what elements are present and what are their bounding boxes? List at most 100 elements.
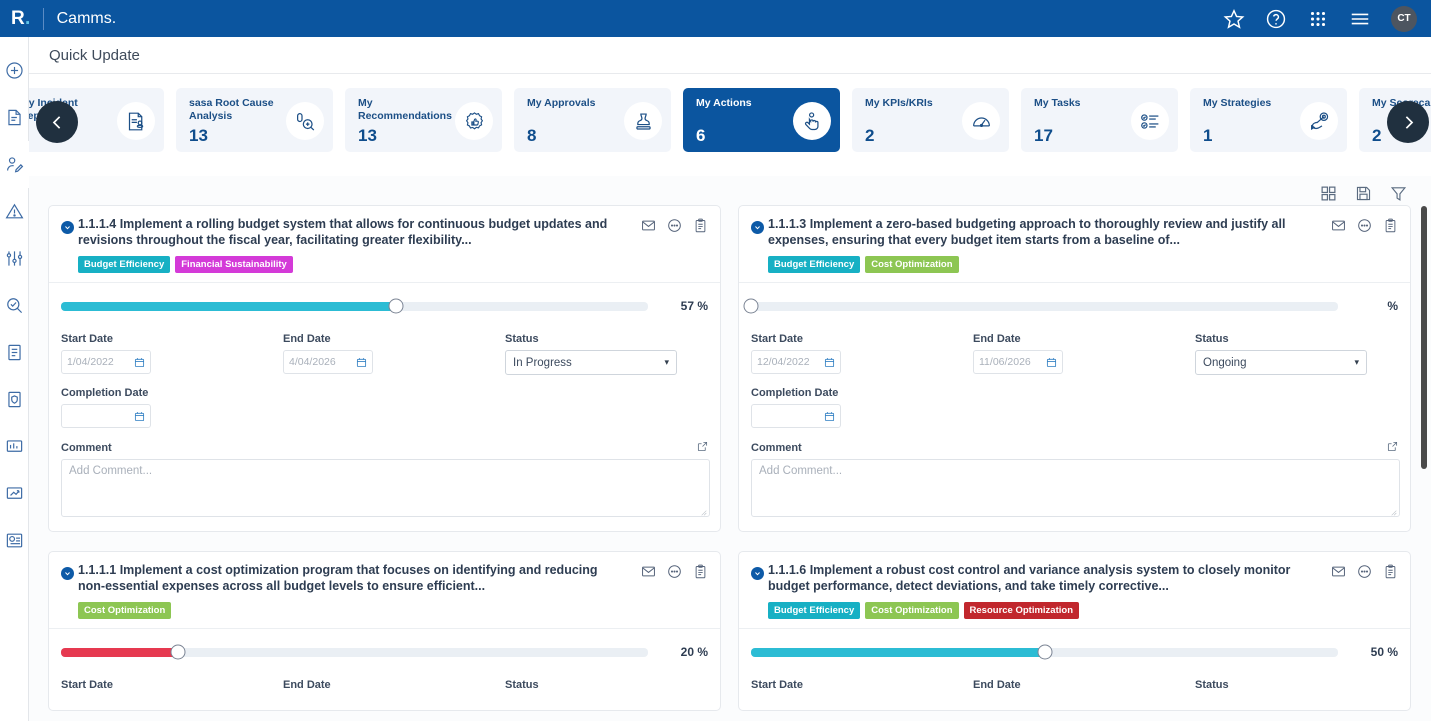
notes-clipboard-icon[interactable] [693,218,708,233]
progress-slider[interactable] [751,644,1338,660]
comment-input[interactable]: Add Comment... [61,459,710,517]
hamburger-menu-icon[interactable] [1349,8,1371,30]
calendar-icon[interactable] [824,411,835,422]
save-icon[interactable] [1355,185,1372,202]
status-field: Status [505,679,691,696]
card-title-row: 1.1.1.3 Implement a zero-based budgeting… [751,217,1398,248]
calendar-icon[interactable] [134,411,145,422]
kpi-card-my-strategies[interactable]: My Strategies 1 [1190,88,1347,152]
kpi-card-sasa-root-cause-analysis[interactable]: sasa Root Cause Analysis 13 [176,88,333,152]
content-scrollbar-thumb[interactable] [1421,206,1427,469]
tag-badge[interactable]: Cost Optimization [865,602,959,619]
start-date-input[interactable]: 1/04/2022 [61,350,151,374]
end-date-input[interactable]: 4/04/2026 [283,350,373,374]
avatar[interactable]: CT [1391,5,1417,32]
expand-collapse-chevron-icon[interactable] [61,567,74,580]
comment-input[interactable]: Add Comment... [751,459,1400,517]
grid-view-icon[interactable] [1320,185,1337,202]
carousel-prev-button[interactable] [36,101,78,143]
progress-fill [61,301,396,311]
comment-header: Comment [751,441,1398,454]
email-icon[interactable] [1331,218,1346,233]
end-date-value: 4/04/2026 [289,356,336,368]
comment-icon[interactable] [667,218,682,233]
sidebar-item-controls[interactable] [0,235,29,282]
resize-grip-icon[interactable] [699,507,707,516]
carousel-next-button[interactable] [1387,101,1429,143]
comment-icon[interactable] [667,564,682,579]
sidebar-item-audit[interactable] [0,282,29,329]
expand-comment-icon[interactable] [697,441,708,452]
calendar-icon[interactable] [1046,357,1057,368]
notes-clipboard-icon[interactable] [1383,564,1398,579]
completion-date-label: Completion Date [751,387,839,399]
calendar-icon[interactable] [356,357,367,368]
star-icon[interactable] [1223,8,1245,30]
calendar-icon[interactable] [824,357,835,368]
tag-badge[interactable]: Cost Optimization [78,602,172,619]
end-date-input[interactable]: 11/06/2026 [973,350,1063,374]
chevron-down-icon: ▾ [664,357,669,367]
start-date-input[interactable]: 12/04/2022 [751,350,841,374]
progress-slider-handle[interactable] [743,298,759,314]
sidebar-item-analytics[interactable] [0,423,29,470]
expand-collapse-chevron-icon[interactable] [751,567,764,580]
sidebar-item-add[interactable] [0,47,29,94]
kpi-card-count: 2 [1372,126,1382,145]
action-card: 1.1.1.6 Implement a robust cost control … [738,551,1411,711]
sidebar-item-document-edit[interactable] [0,94,29,141]
kpi-card-my-kpis-kris[interactable]: My KPIs/KRIs 2 [852,88,1009,152]
sidebar-item-risk[interactable] [0,188,29,235]
content-scrollbar-track[interactable] [1421,192,1427,717]
card-body: 50 % Start Date End Date Status [739,628,1410,710]
top-bar-actions: CT [1223,5,1417,32]
kpi-card-my-actions[interactable]: My Actions 6 [683,88,840,152]
completion-date-field: Completion Date [61,387,283,428]
progress-slider[interactable] [61,298,648,314]
notes-clipboard-icon[interactable] [1383,218,1398,233]
email-icon[interactable] [641,218,656,233]
email-icon[interactable] [1331,564,1346,579]
status-field: Status [1195,679,1381,696]
comment-label: Comment [61,442,112,454]
kpi-card-my-tasks[interactable]: My Tasks 17 [1021,88,1178,152]
apps-grid-icon[interactable] [1307,8,1329,30]
tag-badge[interactable]: Budget Efficiency [78,256,171,273]
expand-collapse-chevron-icon[interactable] [61,221,74,234]
kpi-card-count: 2 [865,126,875,145]
status-select[interactable]: In Progress ▾ [505,350,677,375]
kpi-card-my-approvals[interactable]: My Approvals 8 [514,88,671,152]
completion-date-input[interactable] [61,404,151,428]
comment-icon[interactable] [1357,218,1372,233]
email-icon[interactable] [641,564,656,579]
comment-icon[interactable] [1357,564,1372,579]
tag-badge[interactable]: Budget Efficiency [768,256,861,273]
tag-badge[interactable]: Budget Efficiency [768,602,861,619]
card-badges: Cost Optimization [78,602,708,619]
help-icon[interactable] [1265,8,1287,30]
calendar-icon[interactable] [134,357,145,368]
progress-slider-handle[interactable] [388,298,404,314]
notes-clipboard-icon[interactable] [693,564,708,579]
tag-badge[interactable]: Resource Optimization [963,602,1079,619]
progress-slider-handle[interactable] [1037,644,1052,660]
tag-badge[interactable]: Cost Optimization [865,256,959,273]
filter-icon[interactable] [1390,185,1407,202]
progress-slider-handle[interactable] [170,644,186,660]
resize-grip-icon[interactable] [1389,507,1397,516]
expand-collapse-chevron-icon[interactable] [751,221,764,234]
sidebar-item-user-edit[interactable] [0,141,29,188]
progress-slider[interactable] [61,644,648,660]
status-select[interactable]: Ongoing ▾ [1195,350,1367,375]
incident-report-icon [117,102,155,140]
kpi-card-my-recommendations[interactable]: My Recommendations 13 [345,88,502,152]
sidebar-item-compliance[interactable] [0,376,29,423]
expand-comment-icon[interactable] [1387,441,1398,452]
sidebar-item-register[interactable] [0,329,29,376]
tag-badge[interactable]: Financial Sustainability [175,256,293,273]
app-logo[interactable]: R. [11,8,31,30]
sidebar-item-scorecard[interactable] [0,517,29,564]
progress-slider[interactable] [743,298,1338,314]
sidebar-item-performance[interactable] [0,470,29,517]
completion-date-input[interactable] [751,404,841,428]
